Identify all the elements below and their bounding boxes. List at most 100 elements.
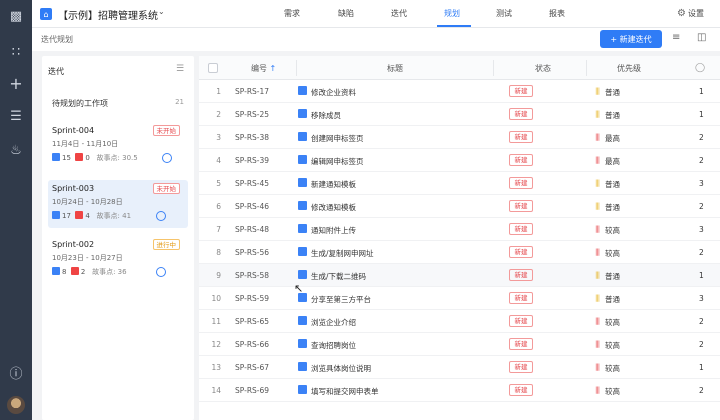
item-code[interactable]: SP-RS-67 bbox=[235, 363, 269, 372]
bell-icon[interactable]: ♨ bbox=[6, 140, 26, 160]
select-all-checkbox[interactable] bbox=[208, 63, 218, 73]
project-name[interactable]: 【示例】招聘管理系统 bbox=[58, 7, 158, 22]
status-badge[interactable]: 新建 bbox=[509, 131, 533, 143]
status-badge[interactable]: 新建 bbox=[509, 315, 533, 327]
item-code[interactable]: SP-RS-56 bbox=[235, 248, 269, 257]
priority-label[interactable]: 普通 bbox=[605, 271, 620, 282]
item-title[interactable]: 通知附件上传 bbox=[311, 225, 356, 236]
status-badge[interactable]: 新建 bbox=[509, 338, 533, 350]
item-title[interactable]: 修改通知模板 bbox=[311, 202, 356, 213]
column-header-status[interactable]: 状态 bbox=[535, 63, 551, 74]
column-config-icon[interactable]: ◯ bbox=[695, 63, 705, 73]
item-code[interactable]: SP-RS-66 bbox=[235, 340, 269, 349]
item-code[interactable]: SP-RS-17 bbox=[235, 87, 269, 96]
sprint-card[interactable]: Sprint-003 未开始 10月24日 - 10月28日 17 4 故事点:… bbox=[48, 180, 188, 228]
new-iteration-button[interactable]: + 新建迭代 bbox=[600, 30, 662, 48]
item-code[interactable]: SP-RS-48 bbox=[235, 225, 269, 234]
priority-label[interactable]: 较高 bbox=[605, 386, 620, 397]
help-icon[interactable]: ⓘ bbox=[6, 364, 26, 384]
column-header-code[interactable]: 编号 ↑ bbox=[251, 63, 276, 74]
item-title[interactable]: 编辑网申标签页 bbox=[311, 156, 364, 167]
item-title[interactable]: 修改企业资料 bbox=[311, 87, 356, 98]
backlog-item[interactable]: 待规划的工作项 21 bbox=[48, 94, 188, 110]
item-title[interactable]: 创建网申标签页 bbox=[311, 133, 364, 144]
status-badge[interactable]: 新建 bbox=[509, 177, 533, 189]
tab-reports[interactable]: 报表 bbox=[549, 8, 565, 19]
item-code[interactable]: SP-RS-25 bbox=[235, 110, 269, 119]
table-row[interactable]: 10 SP-RS-59 分享至第三方平台 新建 ||| 普通 3 bbox=[199, 287, 720, 310]
item-title[interactable]: 分享至第三方平台 bbox=[311, 294, 371, 305]
status-badge[interactable]: 新建 bbox=[509, 85, 533, 97]
table-row[interactable]: 14 SP-RS-69 填写和提交网申表单 新建 ||| 较高 2 bbox=[199, 379, 720, 402]
status-badge[interactable]: 新建 bbox=[509, 108, 533, 120]
filter-icon[interactable]: ≡ bbox=[672, 32, 680, 43]
priority-label[interactable]: 较高 bbox=[605, 248, 620, 259]
item-title[interactable]: 生成/下载二维码 bbox=[311, 271, 366, 282]
sprint-card[interactable]: Sprint-004 未开始 11月4日 - 11月10日 15 0 故事点: … bbox=[48, 122, 188, 170]
priority-label[interactable]: 较高 bbox=[605, 363, 620, 374]
table-row[interactable]: 8 SP-RS-56 生成/复制网申网址 新建 ||| 较高 2 bbox=[199, 241, 720, 264]
plus-icon[interactable]: + bbox=[6, 74, 26, 94]
status-badge[interactable]: 新建 bbox=[509, 361, 533, 373]
tab-requirements[interactable]: 需求 bbox=[284, 8, 300, 19]
logo-icon[interactable]: ▩ bbox=[6, 6, 26, 26]
column-settings-icon[interactable]: ◫ bbox=[697, 32, 706, 43]
table-row[interactable]: 12 SP-RS-66 查询招聘岗位 新建 ||| 较高 2 bbox=[199, 333, 720, 356]
status-badge[interactable]: 新建 bbox=[509, 269, 533, 281]
table-row[interactable]: 7 SP-RS-48 通知附件上传 新建 ||| 较高 3 bbox=[199, 218, 720, 241]
status-badge[interactable]: 新建 bbox=[509, 246, 533, 258]
status-badge[interactable]: 新建 bbox=[509, 292, 533, 304]
table-row[interactable]: 5 SP-RS-45 新建通知模板 新建 ||| 普通 3 bbox=[199, 172, 720, 195]
tab-planning[interactable]: 规划 bbox=[444, 8, 460, 19]
priority-label[interactable]: 较高 bbox=[605, 317, 620, 328]
item-code[interactable]: SP-RS-59 bbox=[235, 294, 269, 303]
checklist-icon[interactable]: ☰ bbox=[6, 106, 26, 126]
table-row[interactable]: 2 SP-RS-25 移除成员 新建 ||| 普通 1 bbox=[199, 103, 720, 126]
item-title[interactable]: 移除成员 bbox=[311, 110, 341, 121]
priority-label[interactable]: 普通 bbox=[605, 179, 620, 190]
item-title[interactable]: 浏览具体岗位说明 bbox=[311, 363, 371, 374]
item-code[interactable]: SP-RS-38 bbox=[235, 133, 269, 142]
sort-arrow-icon[interactable]: ↑ bbox=[270, 64, 277, 73]
table-row[interactable]: 13 SP-RS-67 浏览具体岗位说明 新建 ||| 较高 1 bbox=[199, 356, 720, 379]
table-row[interactable]: 1 SP-RS-17 修改企业资料 新建 ||| 普通 1 bbox=[199, 80, 720, 103]
table-row[interactable]: 11 SP-RS-65 浏览企业介绍 新建 ||| 较高 2 bbox=[199, 310, 720, 333]
status-badge[interactable]: 新建 bbox=[509, 384, 533, 396]
priority-label[interactable]: 较高 bbox=[605, 225, 620, 236]
chevron-down-icon[interactable]: ⌄ bbox=[158, 7, 165, 16]
priority-label[interactable]: 较高 bbox=[605, 340, 620, 351]
item-code[interactable]: SP-RS-39 bbox=[235, 156, 269, 165]
status-badge[interactable]: 新建 bbox=[509, 154, 533, 166]
table-row[interactable]: 3 SP-RS-38 创建网申标签页 新建 ||| 最高 2 bbox=[199, 126, 720, 149]
priority-label[interactable]: 普通 bbox=[605, 87, 620, 98]
table-row[interactable]: 9 SP-RS-58 生成/下载二维码 新建 ||| 普通 1 bbox=[199, 264, 720, 287]
priority-label[interactable]: 普通 bbox=[605, 294, 620, 305]
item-code[interactable]: SP-RS-69 bbox=[235, 386, 269, 395]
sprint-card[interactable]: Sprint-002 进行中 10月23日 - 10月27日 8 2 故事点: … bbox=[48, 236, 188, 284]
priority-label[interactable]: 普通 bbox=[605, 110, 620, 121]
item-code[interactable]: SP-RS-65 bbox=[235, 317, 269, 326]
item-title[interactable]: 查询招聘岗位 bbox=[311, 340, 356, 351]
tab-defects[interactable]: 缺陷 bbox=[338, 8, 354, 19]
home-icon[interactable]: ⌂ bbox=[40, 8, 52, 20]
avatar[interactable] bbox=[7, 396, 25, 414]
column-header-title[interactable]: 标题 bbox=[387, 63, 403, 74]
item-code[interactable]: SP-RS-58 bbox=[235, 271, 269, 280]
item-title[interactable]: 浏览企业介绍 bbox=[311, 317, 356, 328]
item-code[interactable]: SP-RS-45 bbox=[235, 179, 269, 188]
settings-button[interactable]: ⚙ 设置 bbox=[677, 8, 704, 19]
table-row[interactable]: 6 SP-RS-46 修改通知模板 新建 ||| 普通 2 bbox=[199, 195, 720, 218]
item-title[interactable]: 填写和提交网申表单 bbox=[311, 386, 379, 397]
item-code[interactable]: SP-RS-46 bbox=[235, 202, 269, 211]
item-title[interactable]: 新建通知模板 bbox=[311, 179, 356, 190]
tab-testing[interactable]: 测试 bbox=[496, 8, 512, 19]
list-settings-icon[interactable]: ☰ bbox=[176, 64, 184, 74]
status-badge[interactable]: 新建 bbox=[509, 200, 533, 212]
status-badge[interactable]: 新建 bbox=[509, 223, 533, 235]
priority-label[interactable]: 最高 bbox=[605, 156, 620, 167]
table-row[interactable]: 4 SP-RS-39 编辑网申标签页 新建 ||| 最高 2 bbox=[199, 149, 720, 172]
apps-grid-icon[interactable]: ∷ bbox=[6, 42, 26, 62]
priority-label[interactable]: 最高 bbox=[605, 133, 620, 144]
item-title[interactable]: 生成/复制网申网址 bbox=[311, 248, 374, 259]
tab-iterations[interactable]: 迭代 bbox=[391, 8, 407, 19]
